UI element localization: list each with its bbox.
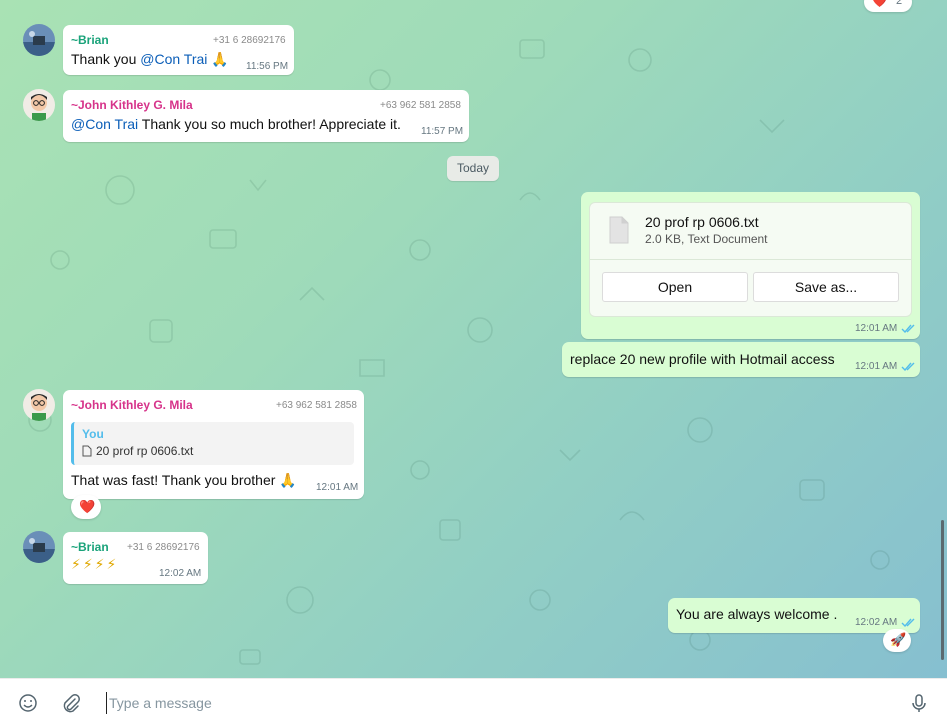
message-text: That was fast! Thank you brother 🙏 <box>71 472 297 488</box>
avatar-brian[interactable] <box>23 531 55 563</box>
avatar-image <box>23 389 55 421</box>
rocket-reaction-icon: 🚀 <box>890 632 907 647</box>
message-time: 11:56 PM <box>246 61 289 72</box>
avatar-brian[interactable] <box>23 24 55 56</box>
document-icon <box>609 216 629 244</box>
reaction-badge-top[interactable]: ❤️ 2 <box>864 0 912 12</box>
avatar-john[interactable] <box>23 89 55 121</box>
sender-name[interactable]: ~Brian <box>71 33 109 47</box>
message-composer <box>0 678 947 727</box>
microphone-icon[interactable] <box>909 693 929 713</box>
save-as-button[interactable]: Save as... <box>753 272 899 302</box>
file-attachment-card[interactable]: 20 prof rp 0606.txt 2.0 KB, Text Documen… <box>589 202 912 317</box>
mention-link[interactable]: @Con Trai <box>71 116 138 132</box>
paperclip-icon[interactable] <box>61 693 81 713</box>
file-name: 20 prof rp 0606.txt <box>645 214 759 230</box>
message-time: 12:01 AM <box>316 482 359 493</box>
quoted-reply[interactable]: You 20 prof rp 0606.txt <box>71 422 354 465</box>
scrollbar[interactable] <box>941 520 944 660</box>
sender-name[interactable]: ~John Kithley G. Mila <box>71 98 193 112</box>
emoji-icon[interactable] <box>18 693 38 713</box>
avatar-image <box>23 531 55 563</box>
outgoing-message-bubble[interactable]: You are always welcome . 12:02 AM <box>668 598 920 633</box>
message-time: 12:01 AM <box>855 323 915 334</box>
reaction-badge[interactable]: 🚀 <box>883 629 911 652</box>
sender-name[interactable]: ~Brian <box>71 540 109 554</box>
message-text: Thank you @Con Trai 🙏 <box>71 51 229 67</box>
message-time: 12:02 AM <box>159 568 202 579</box>
chat-background: ❤️ 2 ~Brian +31 6 28692176 Thank you @Co… <box>0 0 947 678</box>
message-input[interactable] <box>106 692 889 714</box>
message-text: You are always welcome . <box>676 606 838 622</box>
message-bubble-brian[interactable]: ~Brian +31 6 28692176 ⚡⚡⚡⚡ 12:02 AM <box>63 532 208 584</box>
file-icon <box>82 445 92 457</box>
open-file-button[interactable]: Open <box>602 272 748 302</box>
avatar-image <box>23 24 55 56</box>
message-time: 12:01 AM <box>855 361 915 372</box>
sender-phone: +31 6 28692176 <box>213 35 286 46</box>
heart-reaction-icon: ❤️ <box>79 499 96 514</box>
mention-link[interactable]: @Con Trai <box>140 51 207 67</box>
message-time: 11:57 PM <box>421 126 464 137</box>
message-text: replace 20 new profile with Hotmail acce… <box>570 351 835 367</box>
sender-phone: +63 962 581 2858 <box>380 100 461 111</box>
avatar-john[interactable] <box>23 389 55 421</box>
message-bubble-john[interactable]: ~John Kithley G. Mila +63 962 581 2858 @… <box>63 90 469 142</box>
file-meta: 2.0 KB, Text Document <box>645 232 768 246</box>
double-check-icon <box>901 362 915 371</box>
sender-name[interactable]: ~John Kithley G. Mila <box>71 398 193 412</box>
reaction-badge[interactable]: ❤️ <box>71 495 101 519</box>
double-check-icon <box>901 324 915 333</box>
outgoing-message-bubble[interactable]: replace 20 new profile with Hotmail acce… <box>562 342 920 377</box>
sender-phone: +63 962 581 2858 <box>276 400 357 411</box>
double-check-icon <box>901 618 915 627</box>
sender-phone: +31 6 28692176 <box>127 542 200 553</box>
message-time: 12:02 AM <box>855 617 915 628</box>
reaction-count: 2 <box>896 0 903 7</box>
quote-text: 20 prof rp 0606.txt <box>96 444 194 458</box>
message-text: @Con Trai Thank you so much brother! App… <box>71 116 401 132</box>
message-bubble-brian[interactable]: ~Brian +31 6 28692176 Thank you @Con Tra… <box>63 25 294 75</box>
quote-author: You <box>82 427 104 441</box>
file-card-divider <box>590 259 911 260</box>
avatar-image <box>23 89 55 121</box>
date-separator: Today <box>447 156 499 181</box>
heart-reaction-icon: ❤️ <box>872 0 887 8</box>
message-text: ⚡⚡⚡⚡ <box>71 556 119 572</box>
